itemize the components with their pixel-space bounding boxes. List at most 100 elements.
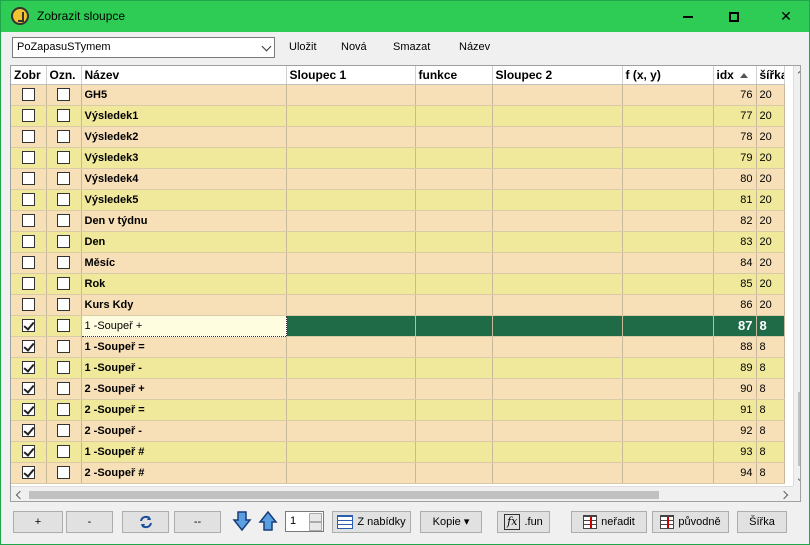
idx-cell[interactable]: 84 — [713, 252, 757, 274]
zobr-cell[interactable] — [11, 378, 47, 400]
show-checkbox[interactable] — [21, 340, 35, 353]
ozn-cell[interactable] — [46, 252, 82, 274]
vertical-scroll-thumb[interactable] — [798, 392, 800, 466]
idx-cell[interactable]: 90 — [713, 378, 757, 400]
name-cell[interactable]: Výsledek1 — [81, 105, 287, 127]
zobr-cell[interactable] — [11, 168, 47, 190]
mark-checkbox[interactable] — [57, 382, 70, 395]
table-row[interactable]: Výsledek3 79 20 — [11, 147, 785, 169]
original-button[interactable]: původně — [652, 511, 729, 533]
idx-cell[interactable]: 91 — [713, 399, 757, 421]
sloupec2-cell[interactable] — [492, 294, 623, 316]
idx-cell[interactable]: 81 — [713, 189, 757, 211]
spinner-down-icon[interactable] — [309, 522, 322, 531]
mark-checkbox[interactable] — [57, 109, 70, 122]
funkce-cell[interactable] — [415, 420, 493, 442]
name-cell[interactable]: 2 -Soupeř = — [81, 399, 287, 421]
sloupec1-cell[interactable] — [286, 420, 416, 442]
zobr-cell[interactable] — [11, 252, 47, 274]
ozn-cell[interactable] — [46, 399, 82, 421]
show-checkbox[interactable] — [21, 298, 35, 311]
mark-checkbox[interactable] — [57, 130, 70, 143]
scroll-right-icon[interactable] — [779, 490, 789, 500]
sloupec1-cell[interactable] — [286, 231, 416, 253]
sloupec1-cell[interactable] — [286, 462, 416, 484]
col-header-idx[interactable]: idx — [713, 66, 757, 85]
fxy-cell[interactable] — [622, 189, 714, 211]
zobr-cell[interactable] — [11, 357, 47, 379]
name-cell[interactable]: Den — [81, 231, 287, 253]
sloupec2-cell[interactable] — [492, 105, 623, 127]
copy-dropdown-button[interactable]: Kopie ▾ — [420, 511, 482, 533]
show-checkbox[interactable] — [21, 235, 35, 248]
step-spinner[interactable]: 1 — [285, 511, 324, 532]
move-up-button[interactable] — [258, 510, 278, 532]
idx-cell[interactable]: 79 — [713, 147, 757, 169]
mark-checkbox[interactable] — [57, 151, 70, 164]
ozn-cell[interactable] — [46, 168, 82, 190]
table-row[interactable]: 2 -Soupeř # 94 8 — [11, 462, 785, 484]
name-cell[interactable]: Den v týdnu — [81, 210, 287, 232]
sirka-cell[interactable]: 20 — [756, 126, 785, 148]
sloupec1-cell[interactable] — [286, 378, 416, 400]
ozn-cell[interactable] — [46, 294, 82, 316]
name-cell[interactable]: 1 -Soupeř # — [81, 441, 287, 463]
idx-cell[interactable]: 93 — [713, 441, 757, 463]
sloupec1-cell[interactable] — [286, 126, 416, 148]
show-checkbox[interactable] — [21, 151, 35, 164]
ozn-cell[interactable] — [46, 147, 82, 169]
maximize-button[interactable] — [711, 1, 757, 32]
funkce-cell[interactable] — [415, 84, 493, 106]
show-checkbox[interactable] — [21, 88, 35, 101]
remove-button[interactable]: - — [66, 511, 113, 533]
idx-cell[interactable]: 87 — [713, 315, 757, 337]
funkce-cell[interactable] — [415, 399, 493, 421]
sloupec2-cell[interactable] — [492, 315, 623, 337]
ozn-cell[interactable] — [46, 462, 82, 484]
fxy-cell[interactable] — [622, 462, 714, 484]
sloupec2-cell[interactable] — [492, 84, 623, 106]
ozn-cell[interactable] — [46, 336, 82, 358]
table-row[interactable]: Výsledek5 81 20 — [11, 189, 785, 211]
idx-cell[interactable]: 77 — [713, 105, 757, 127]
funkce-cell[interactable] — [415, 147, 493, 169]
scroll-down-icon[interactable] — [797, 474, 800, 484]
fxy-cell[interactable] — [622, 315, 714, 337]
sirka-cell[interactable]: 8 — [756, 336, 785, 358]
fxy-cell[interactable] — [622, 336, 714, 358]
sloupec2-cell[interactable] — [492, 378, 623, 400]
sirka-cell[interactable]: 8 — [756, 357, 785, 379]
funkce-cell[interactable] — [415, 378, 493, 400]
zobr-cell[interactable] — [11, 126, 47, 148]
table-row[interactable]: Rok 85 20 — [11, 273, 785, 295]
show-checkbox[interactable] — [21, 424, 35, 437]
mark-checkbox[interactable] — [57, 466, 70, 479]
show-checkbox[interactable] — [21, 361, 35, 374]
show-checkbox[interactable] — [21, 382, 35, 395]
sloupec1-cell[interactable] — [286, 84, 416, 106]
name-cell[interactable]: 2 -Soupeř - — [81, 420, 287, 442]
sirka-cell[interactable]: 20 — [756, 105, 785, 127]
sloupec2-cell[interactable] — [492, 420, 623, 442]
funkce-cell[interactable] — [415, 294, 493, 316]
ozn-cell[interactable] — [46, 105, 82, 127]
horizontal-scrollbar[interactable] — [11, 486, 793, 501]
funkce-cell[interactable] — [415, 357, 493, 379]
sirka-cell[interactable]: 8 — [756, 462, 785, 484]
table-row[interactable]: 1 -Soupeř = 88 8 — [11, 336, 785, 358]
name-cell[interactable]: Výsledek3 — [81, 147, 287, 169]
name-link[interactable]: Název — [459, 41, 490, 53]
funkce-cell[interactable] — [415, 168, 493, 190]
sirka-cell[interactable]: 8 — [756, 315, 785, 337]
table-row[interactable]: Den v týdnu 82 20 — [11, 210, 785, 232]
sloupec2-cell[interactable] — [492, 399, 623, 421]
sloupec2-cell[interactable] — [492, 168, 623, 190]
zobr-cell[interactable] — [11, 294, 47, 316]
zobr-cell[interactable] — [11, 84, 47, 106]
sloupec2-cell[interactable] — [492, 210, 623, 232]
sirka-cell[interactable]: 8 — [756, 441, 785, 463]
new-link[interactable]: Nová — [341, 41, 367, 53]
mark-checkbox[interactable] — [57, 256, 70, 269]
ozn-cell[interactable] — [46, 441, 82, 463]
funkce-cell[interactable] — [415, 462, 493, 484]
